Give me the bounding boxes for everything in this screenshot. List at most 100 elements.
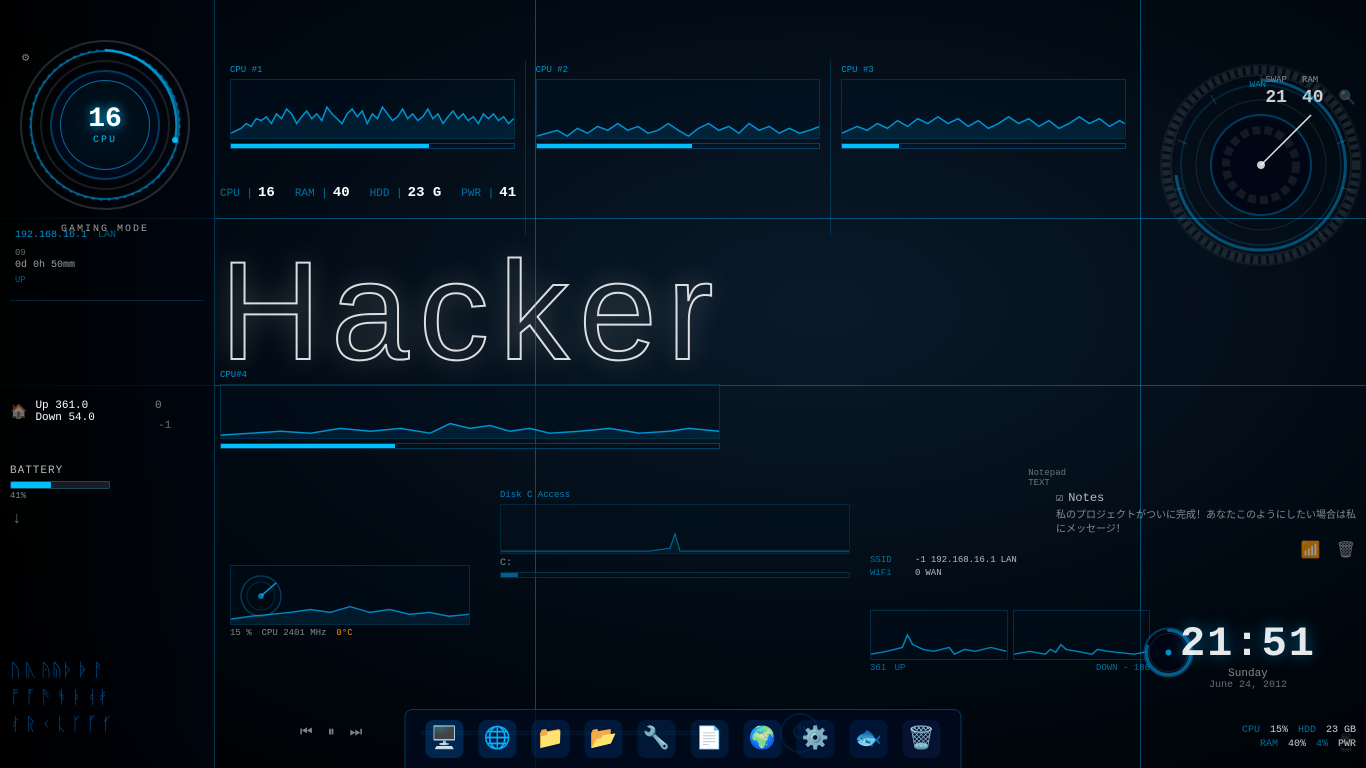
doc-icon: 📄 bbox=[691, 720, 729, 758]
cpu1-bar bbox=[230, 143, 515, 149]
globe-icon: 🌍 bbox=[744, 720, 782, 758]
net-up-value: Up 361.0 bbox=[35, 400, 94, 412]
wifi-icon[interactable]: 📶 bbox=[1301, 540, 1321, 560]
hdd-val-bottom: 23 GB bbox=[1326, 725, 1356, 736]
stats-row: CPU | 16 RAM | 40 HDD | 23 G PWR | 41 bbox=[220, 185, 516, 201]
disk-bar-fill bbox=[501, 573, 518, 577]
cpu2-graph-area bbox=[536, 79, 821, 139]
ssid-key: SSID bbox=[870, 555, 910, 565]
net-lan-val: LAN bbox=[1001, 555, 1017, 565]
pwr-stat: PWR | 41 bbox=[461, 185, 516, 201]
right-panel: WAN SWAP RAM 21 40 🔍 bbox=[1141, 0, 1366, 500]
cpu1-graph: CPU #1 bbox=[220, 60, 526, 235]
notes-section: ☑ Notes 私のプロジェクトがついに完成！あなたこのようにしたい場合は私にメ… bbox=[1056, 490, 1356, 538]
taskbar-icon-trash[interactable]: 🗑️ bbox=[898, 715, 946, 763]
taskbar-icon-gear[interactable]: ⚙️ bbox=[792, 715, 840, 763]
cpu4-graph-area bbox=[220, 384, 720, 439]
disk-access-label: Disk C Access bbox=[500, 490, 850, 500]
uptime-number: 09 bbox=[15, 248, 26, 258]
home-icon: 🏠 bbox=[10, 404, 27, 421]
counter-neg1: -1 bbox=[158, 420, 171, 432]
net-down-value: Down 54.0 bbox=[35, 412, 94, 424]
taskbar-icon-folder2[interactable]: 📂 bbox=[580, 715, 628, 763]
cpu-mini-radar bbox=[236, 571, 286, 621]
net-info-table: SSID -1 192.168.16.1 LAN WiFi 0 WAN bbox=[870, 555, 1150, 581]
gauge-svg bbox=[20, 40, 190, 210]
cpu2-wave bbox=[537, 80, 820, 138]
cpu1-label: CPU #1 bbox=[230, 65, 515, 75]
cpu1-wave bbox=[231, 80, 514, 138]
ip-address-label: 192.168.16.1 LAN bbox=[15, 230, 116, 241]
trash-icon[interactable]: 🗑 bbox=[1336, 540, 1356, 560]
battery-fill bbox=[11, 482, 51, 488]
cpu-graphs-panel: CPU #1 CPU #2 bbox=[220, 60, 1136, 235]
cpu2-bar-fill bbox=[537, 144, 692, 148]
cpu4-label: CPU#4 bbox=[220, 370, 720, 380]
taskbar-icon-tools[interactable]: 🔧 bbox=[633, 715, 681, 763]
cpu-key-bottom: CPU bbox=[1242, 725, 1260, 736]
download-icon: ↓ bbox=[12, 510, 22, 528]
separator-line bbox=[10, 300, 204, 301]
gear-icon: ⚙️ bbox=[797, 720, 835, 758]
cpu3-bar-fill bbox=[842, 144, 899, 148]
big-gauge-svg bbox=[1156, 60, 1366, 270]
battery-bar bbox=[10, 481, 110, 489]
taskbar-icon-doc[interactable]: 📄 bbox=[686, 715, 734, 763]
clock-date: June 24, 2012 bbox=[1180, 680, 1316, 691]
disk-drive-label: C: bbox=[500, 558, 850, 569]
folder1-icon: 📁 bbox=[532, 720, 570, 758]
net-graph-small: 361 UP DOWN - 186 bbox=[870, 610, 1150, 690]
notes-title: ☑ Notes bbox=[1056, 490, 1356, 505]
cpu3-graph-area bbox=[841, 79, 1126, 139]
cpu4-bar-fill bbox=[221, 444, 395, 448]
battery-pct: 41% bbox=[10, 491, 110, 501]
clock-day: Sunday bbox=[1180, 668, 1316, 680]
taskbar-icon-browser[interactable]: 🌐 bbox=[474, 715, 522, 763]
cpu3-graph: CPU #3 bbox=[831, 60, 1136, 235]
folder2-icon: 📂 bbox=[585, 720, 623, 758]
net-up-label: 361 UP bbox=[870, 663, 905, 673]
notes-content: 私のプロジェクトがついに完成！あなたこのようにしたい場合は私にメッセージ！ bbox=[1056, 510, 1356, 538]
net-up-graph bbox=[870, 610, 1008, 660]
net-down-wave bbox=[1014, 611, 1150, 659]
wifi-key: WiFi bbox=[870, 568, 910, 578]
clock-section: 21:51 Sunday June 24, 2012 bbox=[1180, 620, 1316, 691]
notes-check-icon: ☑ bbox=[1056, 490, 1063, 505]
taskbar: 🖥️ 🌐 📁 📂 🔧 📄 🌍 ⚙️ 🐟 🗑️ bbox=[405, 709, 962, 768]
hdd-stat: HDD | 23 G bbox=[370, 185, 442, 201]
bottom-stats: CPU 15% HDD 23 GB RAM 40% 4% PWR bbox=[1242, 725, 1356, 753]
cpu1-bar-fill bbox=[231, 144, 429, 148]
fish-icon: 🐟 bbox=[850, 720, 888, 758]
computer-icon: 🖥️ bbox=[426, 720, 464, 758]
tools-icon: 🔧 bbox=[638, 720, 676, 758]
taskbar-icon-fish[interactable]: 🐟 bbox=[845, 715, 893, 763]
battery-label: BATTERY bbox=[10, 465, 110, 477]
taskbar-icon-folder1[interactable]: 📁 bbox=[527, 715, 575, 763]
ram-val-bottom: 40% bbox=[1288, 739, 1306, 750]
ram-stat: RAM | 40 bbox=[295, 185, 350, 201]
net-wan-val: WAN bbox=[925, 568, 941, 578]
media-prev-icon[interactable]: ⏮ bbox=[300, 725, 313, 741]
wifi-trash-section: 📶 🗑 bbox=[1301, 540, 1356, 560]
cpu2-label: CPU #2 bbox=[536, 65, 821, 75]
media-play-icon[interactable]: ⏸ bbox=[328, 725, 335, 741]
media-controls[interactable]: ⏮ ⏸ ⏭ bbox=[300, 725, 362, 741]
media-next-icon[interactable]: ⏭ bbox=[350, 725, 363, 741]
cpu-gauge: 16 CPU GAMING MODE bbox=[20, 40, 190, 210]
disk-wave bbox=[501, 505, 849, 553]
left-panel: ⚙ 16 CPU GAMING MODE 192.168.16.1 LAN 09… bbox=[0, 0, 215, 768]
hdd-key-bottom: HDD bbox=[1298, 725, 1316, 736]
cpu1-graph-area bbox=[230, 79, 515, 139]
ssid-val: -1 bbox=[915, 555, 926, 565]
taskbar-icon-globe[interactable]: 🌍 bbox=[739, 715, 787, 763]
disk-graph bbox=[500, 504, 850, 554]
disk-section: Disk C Access C: bbox=[500, 490, 850, 578]
notepad-label: Notepad TEXT bbox=[1028, 468, 1066, 488]
net-ip-val: 192.168.16.1 bbox=[931, 555, 996, 565]
cpu4-bar bbox=[220, 443, 720, 449]
cpu4-section: CPU#4 bbox=[220, 370, 720, 449]
pwr-val-bottom: 4% bbox=[1316, 739, 1328, 750]
trash2-icon: 🗑️ bbox=[903, 720, 941, 758]
net-labels: 361 UP DOWN - 186 bbox=[870, 663, 1150, 673]
taskbar-icon-computer[interactable]: 🖥️ bbox=[421, 715, 469, 763]
